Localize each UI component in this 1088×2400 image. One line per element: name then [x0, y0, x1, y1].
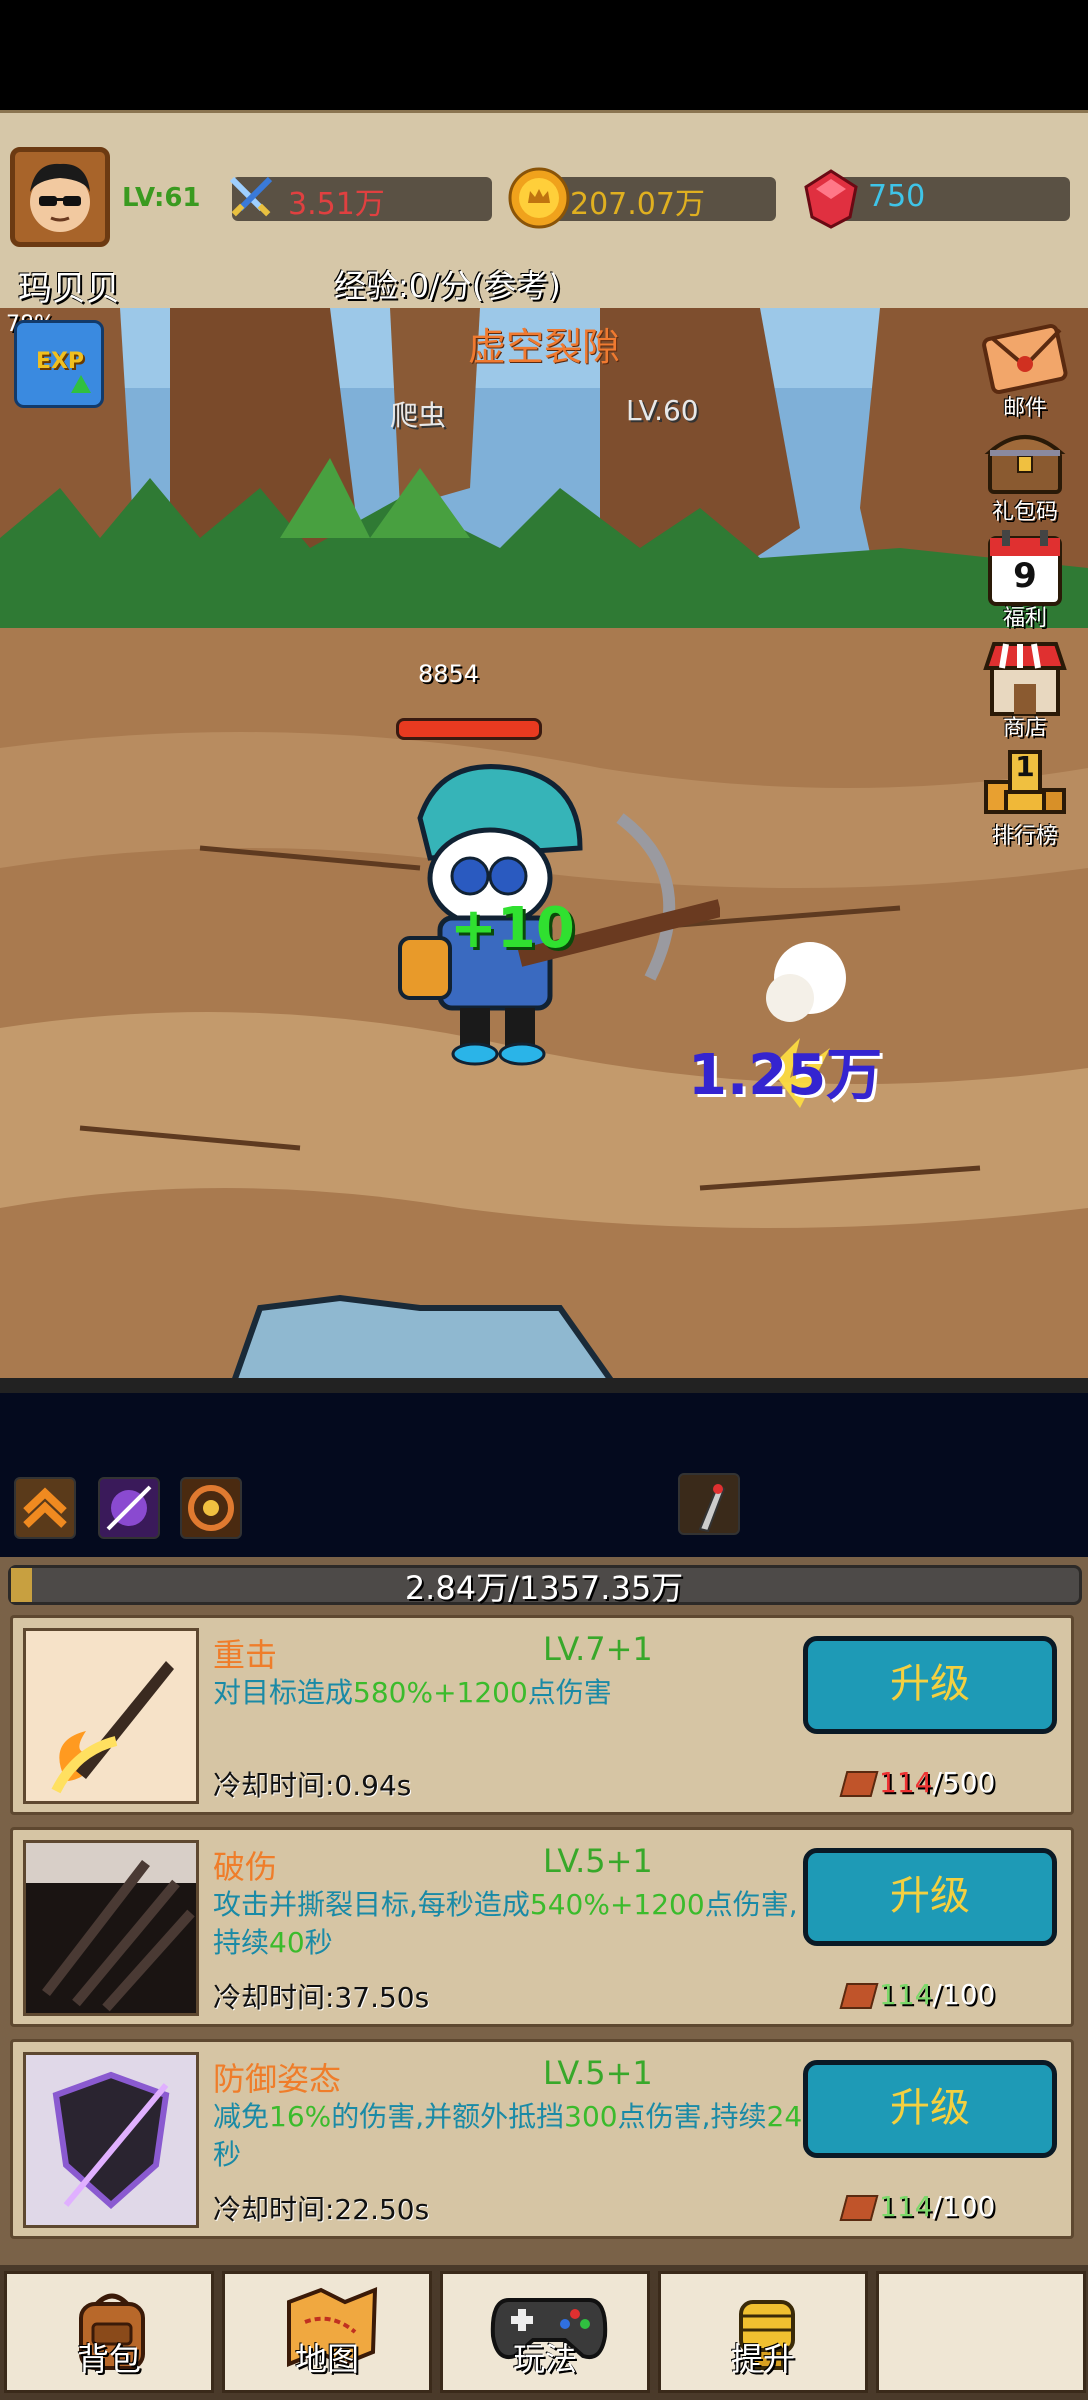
battle-scene: 虚空裂隙 爬虫 LV.60 8854 78% EXP +10 1.25万 [0, 308, 1088, 1393]
skill-book-icon [839, 1771, 879, 1797]
top-status-bar: LV:61 3.51万 207.07万 750 玛贝贝 经验:0/分(参考) [0, 110, 1088, 312]
gem-value: 750 [868, 179, 926, 214]
player-level: LV:61 [122, 183, 201, 213]
enemy-hp-value: 8854 [418, 660, 480, 688]
nav-upgrade[interactable]: 提升 [658, 2271, 868, 2393]
leaderboard-button[interactable]: 1 排行榜 [980, 746, 1070, 856]
flaming-sword-icon [23, 1628, 199, 1804]
nav-label: 地图 [294, 2340, 359, 2378]
upgrade-button[interactable]: 升级 [803, 1848, 1057, 1946]
mail-label: 邮件 [1002, 396, 1047, 421]
gold-value: 207.07万 [570, 187, 705, 222]
rank-up-buff-icon[interactable] [14, 1477, 76, 1539]
nav-empty-slot[interactable] [876, 2271, 1086, 2393]
mail-icon [982, 324, 1068, 395]
skill-name: 重击 [213, 1636, 278, 1674]
skill-card-heavy-strike: 重击 LV.7+1 对目标造成580%+1200点伤害 冷却时间:0.94s 升… [10, 1615, 1074, 1815]
leaderboard-label: 排行榜 [991, 824, 1058, 849]
skill-cooldown: 冷却时间:0.94s [213, 1769, 412, 1802]
skill-book-icon [839, 2195, 879, 2221]
heal-popup: +10 [450, 896, 575, 961]
ruby-gem-icon [802, 169, 860, 229]
skill-card-defensive-stance: 防御姿态 LV.5+1 减免16%的伤害,并额外抵挡300点伤害,持续24秒 冷… [10, 2039, 1074, 2239]
gift-code-label: 礼包码 [991, 500, 1058, 525]
shield-icon [23, 2052, 199, 2228]
enemy-name: 爬虫 [390, 399, 447, 432]
shop-label: 商店 [1002, 716, 1047, 741]
progress-text: 2.84万/1357.35万 [404, 1569, 684, 1607]
slash-buff-icon[interactable] [98, 1477, 160, 1539]
skill-cooldown: 冷却时间:37.50s [213, 1981, 430, 2014]
skill-book-icon [839, 1983, 879, 2009]
shop-icon [983, 642, 1067, 716]
buff-bar [0, 1393, 1088, 1557]
welfare-label: 福利 [1002, 606, 1047, 631]
skill-panel: 2.84万/1357.35万 重击 LV.7+1 对目标造成580%+1200点… [0, 1557, 1088, 2265]
exp-badge-label: EXP [35, 349, 85, 374]
stage-title: 虚空裂隙 [467, 325, 620, 369]
upgrade-button[interactable]: 升级 [803, 1636, 1057, 1734]
nav-backpack[interactable]: 背包 [4, 2271, 214, 2393]
treasure-chest-icon [984, 435, 1066, 494]
vortex-buff-icon[interactable] [180, 1477, 242, 1539]
skill-name: 破伤 [213, 1848, 278, 1886]
skill-description: 攻击并撕裂目标,每秒造成540%+1200点伤害,持续40秒 [213, 1888, 798, 1959]
upgrade-cost: 114/100 [839, 1978, 995, 2011]
player-name: 玛贝贝 [18, 269, 120, 309]
crossed-swords-icon [226, 173, 276, 223]
upgrade-cost: 114/500 [839, 1766, 995, 1799]
claw-slash-icon [23, 1840, 199, 2016]
skill-card-wound: 破伤 LV.5+1 攻击并撕裂目标,每秒造成540%+1200点伤害,持续40秒… [10, 1827, 1074, 2027]
upgrade-cost: 114/100 [839, 2190, 995, 2223]
welfare-badge: 9 [1013, 556, 1037, 596]
enemy-hp-bar [396, 718, 542, 740]
skill-level: LV.5+1 [543, 1842, 653, 1880]
shop-button[interactable]: 商店 [980, 638, 1070, 748]
exp-boost-button[interactable]: EXP [14, 320, 104, 408]
skill-description: 对目标造成580%+1200点伤害 [213, 1676, 612, 1709]
enemy-level: LV.60 [626, 394, 699, 427]
gift-code-button[interactable]: 礼包码 [980, 422, 1070, 532]
skill-level: LV.7+1 [543, 1630, 653, 1668]
skill-level: LV.5+1 [543, 2054, 653, 2092]
arrow-up-icon [71, 375, 91, 393]
bottom-nav: 背包 地图 玩法 提升 [0, 2265, 1088, 2400]
skill-name: 防御姿态 [213, 2060, 342, 2098]
skill-cooldown: 冷却时间:22.50s [213, 2193, 430, 2226]
power-value: 3.51万 [288, 187, 385, 222]
player-avatar[interactable] [10, 147, 110, 247]
nav-map[interactable]: 地图 [222, 2271, 432, 2393]
nav-label: 提升 [730, 2340, 795, 2378]
upgrade-button[interactable]: 升级 [803, 2060, 1057, 2158]
damage-popup: 1.25万 [688, 1043, 883, 1108]
nav-label: 背包 [76, 2340, 141, 2378]
nav-gameplay[interactable]: 玩法 [440, 2271, 650, 2393]
rocket-buff-icon[interactable] [678, 1473, 740, 1535]
gold-coin-icon [508, 167, 570, 229]
exp-rate: 经验:0/分(参考) [334, 267, 561, 305]
skill-description: 减免16%的伤害,并额外抵挡300点伤害,持续24秒 [213, 2100, 803, 2171]
nav-label: 玩法 [512, 2340, 577, 2378]
mail-button[interactable]: 邮件 [980, 320, 1070, 430]
welfare-button[interactable]: 9 福利 [980, 528, 1070, 638]
leaderboard-badge: 1 [1015, 750, 1035, 783]
